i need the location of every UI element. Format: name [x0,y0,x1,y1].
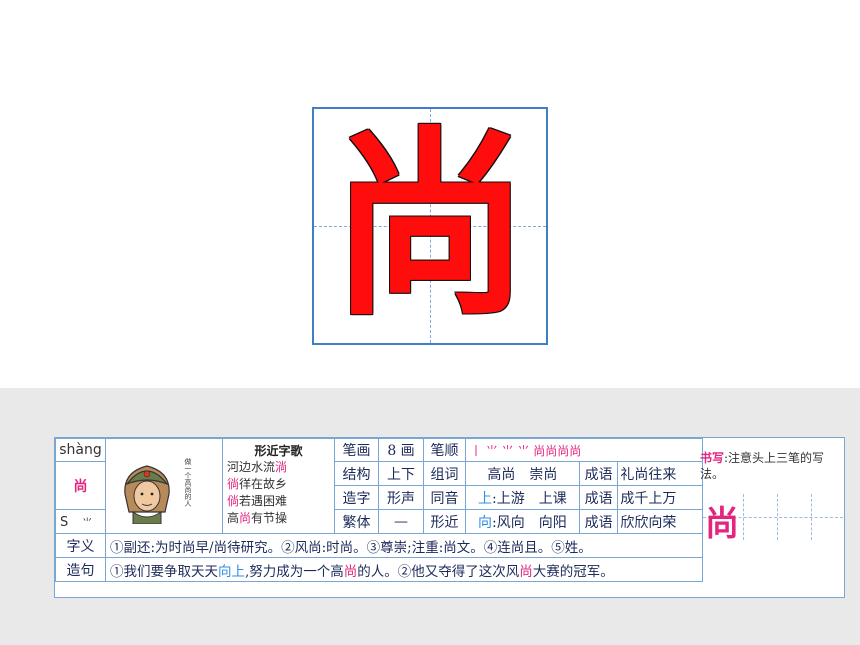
sentence-text: 的人。②他又夺得了这次风 [357,563,520,580]
song-line: 倘若遇困难 [227,493,330,510]
idiom-1: 礼尚往来 [617,461,703,486]
homophone: 上:上游 上课 [465,485,580,510]
similar-form-char: 向 [478,514,493,531]
meaning: ①副还:为时尚早/尚待研究。②风尚:时尚。③尊崇;注重:尚文。④连尚且。⑤姓。 [105,533,703,558]
song-line: 河边水流淌 [227,459,330,476]
sentence-text: ①我们要争取天天 [110,563,218,580]
song-line: 徜徉在故乡 [227,476,330,493]
writing-note: 书写:注意头上三笔的写法。 [700,450,836,482]
homophone-words: :上游 上课 [492,490,567,507]
sentence-text: 尚 [343,563,358,580]
song-text: 徉在故乡 [239,477,288,491]
similar-form-words: :风向 向阳 [492,514,567,531]
song-lines: 河边水流淌 徜徉在故乡 倘若遇困难 高尚有节操 [227,459,330,527]
song-text: 若遇困难 [239,494,288,508]
avatar-caption: 做一个高尚的人 [184,458,192,507]
radical-code: S [60,514,69,530]
radical: ⺌ [82,517,93,529]
main-character: 尚 [55,461,106,510]
sentence-text: ,努力成为一个高 [245,563,344,580]
song-text: 河边水流 [227,460,276,474]
song-line: 高尚有节操 [227,510,330,527]
label-idiom-3: 成语 [578,509,619,534]
similar-form: 向:风向 向阳 [465,509,580,534]
traditional: — [378,509,424,534]
formation: 形声 [378,485,424,510]
homophone-char: 上 [478,490,493,507]
label-idiom-1: 成语 [578,461,619,486]
label-idiom-2: 成语 [578,485,619,510]
structure: 上下 [378,461,424,486]
stroke-count: 8 画 [378,438,424,462]
song-text: 淌 [275,460,288,474]
character-info-card: shàng 形近字歌 河边水流淌 徜徉在故乡 倘若遇困难 高尚有节操 笔画 8 画 笔… [54,437,845,598]
label-homophone: 同音 [423,485,466,510]
song-title: 形近字歌 [254,444,303,458]
sentence-text: 尚 [519,563,533,580]
song-text: 倘 [227,494,240,508]
label-structure: 结构 [334,461,379,486]
label-meaning: 字义 [55,533,106,558]
radical-cell: S ⺌ [55,509,106,534]
stroke-order: 丨 ⺌ ⺌ ⺌ 尚尚尚尚 [465,438,703,462]
character-practice-box: 尚 [312,107,548,345]
pinyin: shàng [55,438,106,462]
song-text: 徜 [227,477,240,491]
label-sentence: 造句 [55,557,106,582]
label-similar-form: 形近 [423,509,466,534]
idiom-2: 成千上万 [617,485,703,510]
example-sentence: ①我们要争取天天向上,努力成为一个高尚的人。②他又夺得了这次风尚大赛的冠军。 [105,557,703,582]
song-text: 高 [227,511,240,525]
song-text: 尚 [239,511,252,525]
label-stroke-count: 笔画 [334,438,379,462]
label-formation: 造字 [334,485,379,510]
idiom-3: 欣欣向荣 [617,509,703,534]
soldier-portrait-icon [124,465,170,524]
song-text: 有节操 [251,511,288,525]
similar-char-song: 形近字歌 河边水流淌 徜徉在故乡 倘若遇困难 高尚有节操 [222,438,335,534]
writing-note-heading: 书写 [700,451,725,465]
writing-sample-character: 尚 [705,504,739,544]
label-stroke-order: 笔顺 [423,438,466,462]
big-character: 尚 [329,108,530,343]
label-word-groups: 组词 [423,461,466,486]
label-traditional: 繁体 [334,509,379,534]
word-groups: 高尚 崇尚 [465,461,580,486]
sentence-text: 向上 [218,563,245,580]
sentence-text: 大赛的冠军。 [532,563,614,580]
